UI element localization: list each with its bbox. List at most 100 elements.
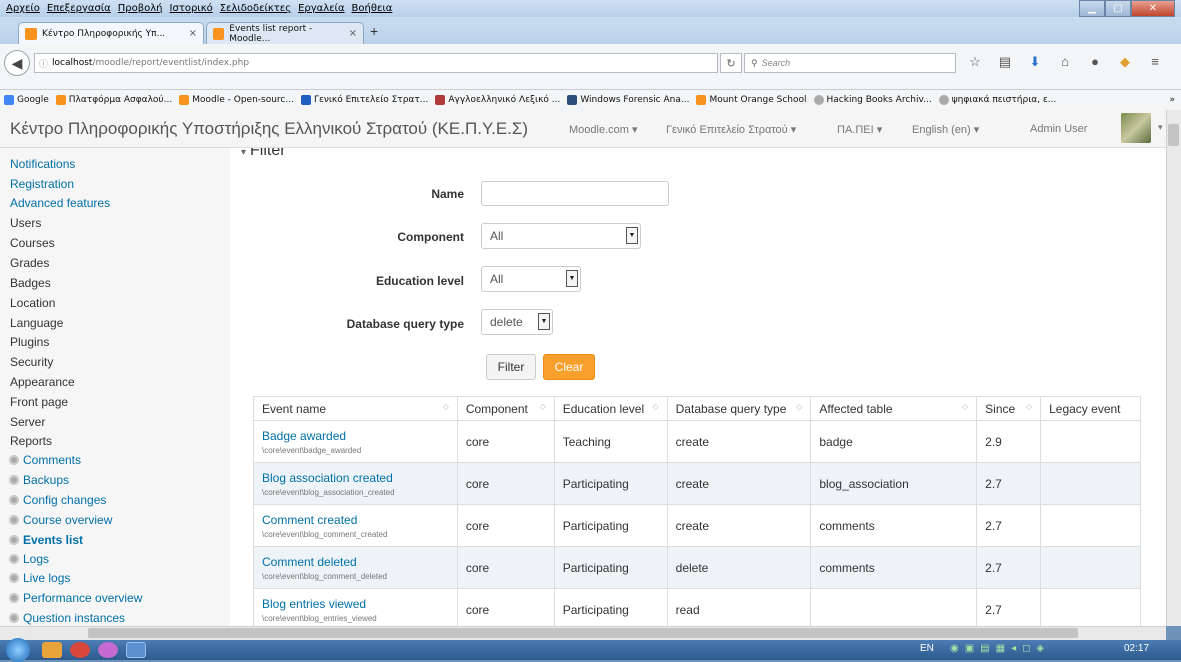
home-icon[interactable]: ⌂ <box>1056 54 1074 70</box>
clock[interactable]: 02:17 <box>1124 643 1149 654</box>
menu-tools[interactable]: Εργαλεία <box>298 3 344 14</box>
sidebar-item-location[interactable]: Location <box>10 296 55 310</box>
chrome-icon[interactable] <box>70 642 90 658</box>
language-menu[interactable]: English (en) ▾ <box>912 123 979 136</box>
download-icon[interactable]: ⬇ <box>1026 54 1044 70</box>
sidebar-item-language[interactable]: Language <box>10 316 63 330</box>
filter-button[interactable]: Filter <box>486 354 536 380</box>
sidebar-item-notifications[interactable]: Notifications <box>10 157 75 171</box>
tray-icons[interactable]: ◉▣▤▦◂◻◈ <box>950 643 1050 654</box>
search-input[interactable]: ⚲ Search <box>744 53 956 73</box>
hamburger-menu-icon[interactable]: ≡ <box>1146 54 1164 70</box>
chat-icon[interactable]: ● <box>1086 54 1104 70</box>
sidebar-item-comments[interactable]: Comments <box>9 453 81 467</box>
cell-legacy-event <box>1040 546 1141 589</box>
sidebar-item-question-instances[interactable]: Question instances <box>9 611 125 625</box>
sidebar-item-server[interactable]: Server <box>10 415 45 429</box>
start-button[interactable] <box>6 638 30 662</box>
user-avatar[interactable] <box>1121 113 1151 143</box>
bookmark-moodle[interactable]: Moodle - Open-sourc... <box>179 95 294 105</box>
sidebar-item-appearance[interactable]: Appearance <box>10 375 75 389</box>
menu-view[interactable]: Προβολή <box>118 3 163 14</box>
database-query-type-select[interactable]: delete ▼ <box>481 309 553 335</box>
horizontal-scroll-thumb[interactable] <box>88 628 1078 638</box>
sidebar-item-registration[interactable]: Registration <box>10 177 74 191</box>
bookmark-ges[interactable]: Γενικό Επιτελείο Στρατ... <box>300 95 428 105</box>
col-affected-table[interactable]: Affected table ◇ <box>810 396 978 421</box>
vertical-scroll-thumb[interactable] <box>1168 124 1179 146</box>
vertical-scrollbar[interactable] <box>1166 110 1181 626</box>
education-level-select[interactable]: All ▼ <box>481 266 581 292</box>
name-input[interactable] <box>481 181 669 206</box>
menu-help[interactable]: Βοήθεια <box>352 3 393 14</box>
nav-moodle-com[interactable]: Moodle.com ▾ <box>569 123 638 136</box>
event-name-link[interactable]: Blog entries viewed <box>262 597 449 611</box>
sidebar-item-plugins[interactable]: Plugins <box>10 335 49 349</box>
bookmark-hacking-books[interactable]: Hacking Books Archiv... <box>813 95 932 105</box>
bookmark-dictionary[interactable]: Αγγλοελληνικό Λεξικό ... <box>435 95 560 105</box>
event-name-link[interactable]: Blog association created <box>262 471 449 485</box>
new-tab-button[interactable]: + <box>370 23 378 39</box>
bookmark-google[interactable]: Google <box>4 95 49 105</box>
back-arrow-icon[interactable]: ◀ <box>4 50 30 76</box>
col-database-query-type[interactable]: Database query type ◇ <box>666 396 812 421</box>
bookmark-evidence[interactable]: ψηφιακά πειστήρια, ε... <box>938 95 1056 105</box>
sidebar-item-live-logs[interactable]: Live logs <box>9 571 70 585</box>
pocket-icon[interactable]: ◆ <box>1116 54 1134 70</box>
sidebar-item-users[interactable]: Users <box>10 216 41 230</box>
sidebar-item-advanced-features[interactable]: Advanced features <box>10 196 110 210</box>
sidebar-item-grades[interactable]: Grades <box>10 256 49 270</box>
col-component[interactable]: Component ◇ <box>456 396 555 421</box>
event-name-link[interactable]: Comment created <box>262 513 449 527</box>
tab-events-list[interactable]: Events list report - Moodle... × <box>206 22 364 44</box>
menu-file[interactable]: Αρχείο <box>6 3 40 14</box>
app-icon[interactable] <box>98 642 118 658</box>
menu-history[interactable]: Ιστορικό <box>170 3 213 14</box>
sidebar-item-backups[interactable]: Backups <box>9 473 69 487</box>
sidebar-item-front-page[interactable]: Front page <box>10 395 68 409</box>
col-since[interactable]: Since ◇ <box>976 396 1042 421</box>
user-name[interactable]: Admin User <box>1030 123 1087 135</box>
site-info-icon[interactable]: ⓘ <box>39 57 48 70</box>
nav-papei[interactable]: ΠΑ.ΠΕΙ ▾ <box>837 123 882 136</box>
bookmarks-more-icon[interactable]: » <box>1169 95 1175 105</box>
sidebar-item-events-list[interactable]: Events list <box>9 533 83 547</box>
sidebar-item-logs[interactable]: Logs <box>9 552 49 566</box>
filter-legend[interactable]: ▾ Filter <box>241 148 286 160</box>
close-window-icon[interactable]: ✕ <box>1131 0 1175 17</box>
sidebar-item-config-changes[interactable]: Config changes <box>9 493 106 507</box>
sidebar-item-badges[interactable]: Badges <box>10 276 51 290</box>
site-name[interactable]: Κέντρο Πληροφορικής Υποστήριξης Ελληνικο… <box>10 119 528 139</box>
file-explorer-icon[interactable] <box>42 642 62 658</box>
sidebar-item-security[interactable]: Security <box>10 355 53 369</box>
reading-list-icon[interactable]: ▤ <box>996 54 1014 70</box>
bookmark-star-icon[interactable]: ☆ <box>966 54 984 70</box>
language-indicator[interactable]: EN <box>920 643 934 654</box>
event-name-link[interactable]: Comment deleted <box>262 555 449 569</box>
component-select[interactable]: All ▼ <box>481 223 641 249</box>
bookmark-platform[interactable]: Πλατφόρμα Ασφαλού... <box>55 95 172 105</box>
col-education-level[interactable]: Education level ◇ <box>553 396 668 421</box>
bookmark-forensic[interactable]: Windows Forensic Ana... <box>567 95 689 105</box>
event-name-link[interactable]: Badge awarded <box>262 429 449 443</box>
clear-button[interactable]: Clear <box>543 354 595 380</box>
menu-edit[interactable]: Επεξεργασία <box>47 3 111 14</box>
minimize-icon[interactable]: ▁ <box>1079 0 1105 17</box>
gear-icon <box>9 535 19 545</box>
tab-kepyes[interactable]: Κέντρο Πληροφορικής Υπ... × <box>18 22 204 44</box>
sidebar-item-performance-overview[interactable]: Performance overview <box>9 591 142 605</box>
bookmark-mount-orange[interactable]: Mount Orange School <box>696 95 807 105</box>
reload-icon[interactable]: ↻ <box>720 53 742 73</box>
sidebar-item-course-overview[interactable]: Course overview <box>9 513 112 527</box>
col-event-name[interactable]: Event name ◇ <box>253 396 458 421</box>
firefox-icon[interactable] <box>126 642 146 658</box>
nav-ges[interactable]: Γενικό Επιτελείο Στρατού ▾ <box>666 123 796 136</box>
url-bar[interactable]: ⓘ localhost/moodle/report/eventlist/inde… <box>34 53 718 73</box>
user-menu-arrow-icon[interactable]: ▾ <box>1158 122 1163 133</box>
sidebar-item-reports[interactable]: Reports <box>10 434 52 448</box>
close-tab-icon[interactable]: × <box>349 28 357 39</box>
sidebar-item-courses[interactable]: Courses <box>10 236 55 250</box>
menu-bookmarks[interactable]: Σελιδοδείκτες <box>220 3 291 14</box>
close-tab-icon[interactable]: × <box>189 28 197 39</box>
maximize-icon[interactable]: ▢ <box>1105 0 1131 17</box>
